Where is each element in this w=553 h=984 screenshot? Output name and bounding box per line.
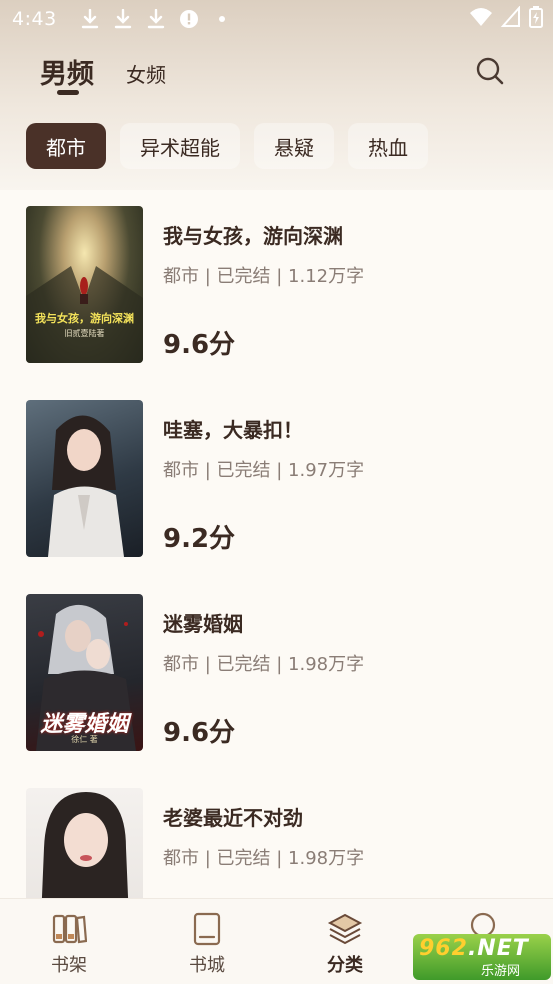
book-meta: 都市 | 已完结 | 1.98万字	[163, 654, 365, 675]
status-bar: 4:43	[0, 0, 553, 38]
tab-female[interactable]: 女频	[126, 59, 166, 91]
tab-male[interactable]: 男频	[40, 52, 94, 95]
book-cover: 我与女孩，游向深渊 旧贰壹陆著	[26, 206, 143, 363]
signal-icon	[500, 5, 521, 32]
download-icon	[112, 8, 134, 30]
site-watermark: 962.NET 乐游网	[413, 934, 551, 980]
nav-bookstore[interactable]: 书城	[138, 899, 276, 984]
book-title: 老婆最近不对劲	[163, 806, 303, 830]
tab-male-label: 男频	[40, 59, 94, 90]
category-chip-dushi[interactable]: 都市	[26, 123, 106, 169]
category-chip-xuanyi[interactable]: 悬疑	[254, 123, 334, 169]
download-icon	[79, 8, 101, 30]
search-icon[interactable]	[474, 55, 506, 87]
watermark-site-name: 乐游网	[481, 964, 521, 979]
book-list[interactable]: 我与女孩，游向深渊 旧贰壹陆著 我与女孩，游向深渊 都市 | 已完结 | 1.1…	[0, 190, 553, 898]
status-time: 4:43	[12, 8, 57, 30]
nav-category[interactable]: 分类	[276, 899, 414, 984]
cover-author: 徐仁 著	[71, 735, 98, 744]
alert-icon	[178, 8, 200, 30]
cover-author: 旧贰壹陆著	[64, 329, 105, 338]
gender-tabs: 男频 女频	[40, 52, 166, 95]
book-title: 迷雾婚姻	[163, 612, 243, 636]
list-item[interactable]: 迷雾婚姻 徐仁 著 迷雾婚姻 都市 | 已完结 | 1.98万字 9.6分	[26, 594, 526, 754]
book-score: 9.6分	[163, 718, 236, 748]
book-cover	[26, 788, 143, 898]
nav-category-label: 分类	[327, 955, 363, 976]
active-tab-indicator	[57, 90, 79, 95]
watermark-logo: 962.NET	[419, 936, 529, 961]
book-cover: 迷雾婚姻 徐仁 著	[26, 594, 143, 751]
wifi-icon	[469, 6, 493, 32]
list-item[interactable]: 老婆最近不对劲 都市 | 已完结 | 1.98万字	[26, 788, 526, 898]
bookshelf-icon	[51, 911, 88, 947]
category-icon	[327, 911, 363, 947]
download-icon	[145, 8, 167, 30]
category-chip-rexue[interactable]: 热血	[348, 123, 428, 169]
cover-title: 我与女孩，游向深渊	[35, 312, 134, 325]
nav-bookstore-label: 书城	[189, 955, 225, 976]
battery-icon	[529, 6, 543, 32]
book-cover	[26, 400, 143, 557]
bookstore-icon	[189, 911, 225, 947]
nav-bookshelf[interactable]: 书架	[0, 899, 138, 984]
category-chips: 都市 异术超能 悬疑 热血	[26, 123, 428, 169]
book-meta: 都市 | 已完结 | 1.97万字	[163, 460, 365, 481]
dot-icon	[211, 8, 233, 30]
book-score: 9.6分	[163, 330, 236, 360]
category-chip-yishu[interactable]: 异术超能	[120, 123, 240, 169]
book-title: 我与女孩，游向深渊	[163, 224, 343, 248]
list-item[interactable]: 我与女孩，游向深渊 旧贰壹陆著 我与女孩，游向深渊 都市 | 已完结 | 1.1…	[26, 206, 526, 366]
list-item[interactable]: 哇塞，大暴扣！ 都市 | 已完结 | 1.97万字 9.2分	[26, 400, 526, 560]
book-score: 9.2分	[163, 524, 236, 554]
book-meta: 都市 | 已完结 | 1.98万字	[163, 848, 365, 869]
book-meta: 都市 | 已完结 | 1.12万字	[163, 266, 365, 287]
nav-bookshelf-label: 书架	[51, 955, 87, 976]
book-title: 哇塞，大暴扣！	[163, 418, 303, 442]
